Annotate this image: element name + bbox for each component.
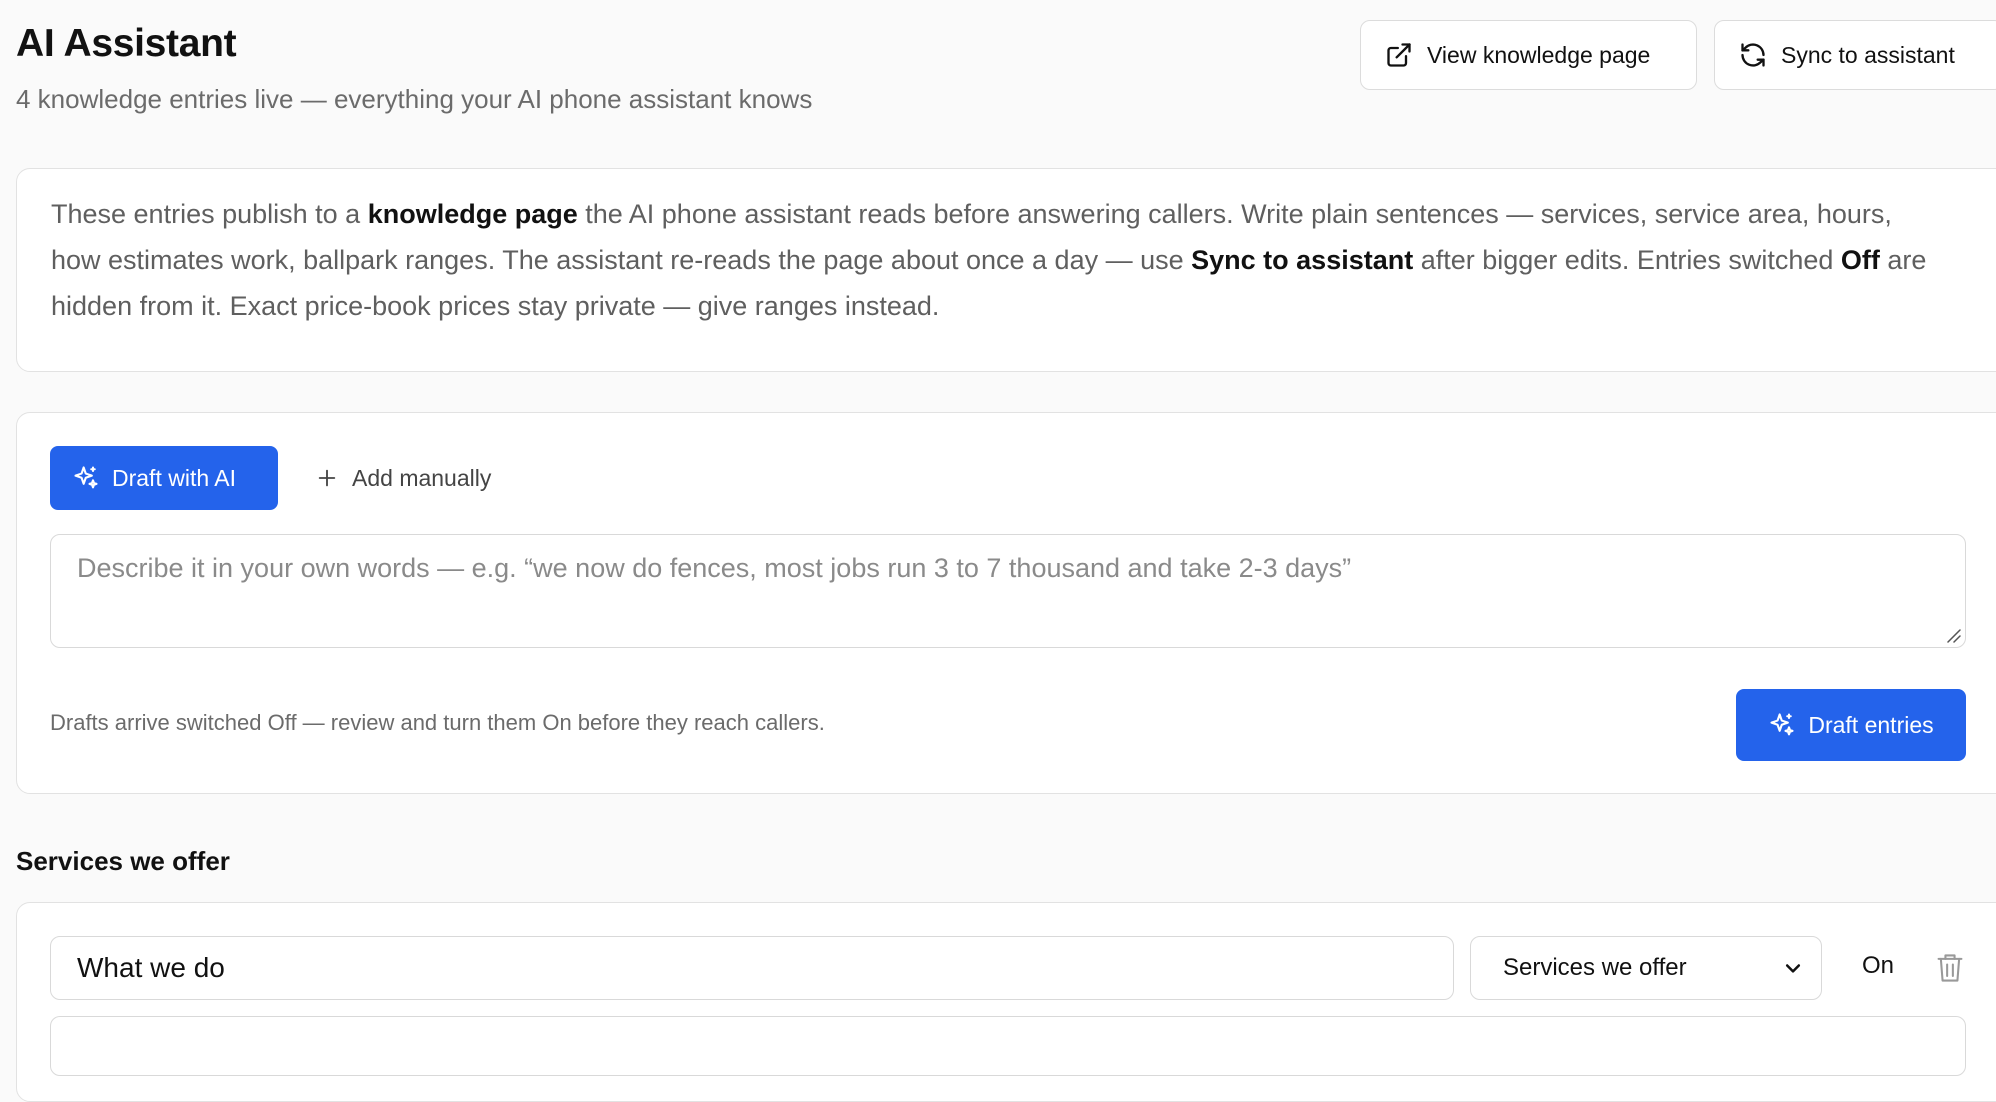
view-knowledge-page-label: View knowledge page	[1427, 41, 1651, 68]
off-emphasis: Off	[1840, 245, 1880, 275]
view-knowledge-page-button[interactable]: View knowledge page	[1360, 20, 1697, 90]
plus-icon	[318, 469, 336, 487]
entry-title-input[interactable]	[50, 936, 1454, 1000]
knowledge-page-emphasis: knowledge page	[367, 199, 578, 229]
sparkles-icon	[74, 466, 98, 489]
sync-to-assistant-button[interactable]: Sync to assistant	[1714, 20, 1996, 90]
info-text-part: These entries publish to a	[51, 199, 368, 229]
info-text: These entries publish to a knowledge pag…	[51, 191, 1941, 329]
info-card: These entries publish to a knowledge pag…	[16, 168, 1996, 372]
trash-icon[interactable]	[1936, 952, 1964, 984]
add-manually-label: Add manually	[352, 464, 492, 491]
category-select-value: Services we offer	[1503, 954, 1687, 981]
draft-entries-button[interactable]: Draft entries	[1736, 689, 1966, 761]
chevron-down-icon	[1785, 964, 1801, 973]
entry-body-input[interactable]	[50, 1016, 1966, 1076]
draft-hint: Drafts arrive switched Off — review and …	[50, 710, 825, 735]
resize-handle-icon[interactable]	[1944, 626, 1962, 644]
page-subtitle: 4 knowledge entries live — everything yo…	[16, 84, 813, 114]
draft-entries-label: Draft entries	[1808, 711, 1934, 738]
describe-input[interactable]	[50, 534, 1966, 648]
sync-emphasis: Sync to assistant	[1191, 245, 1414, 275]
sync-to-assistant-label: Sync to assistant	[1781, 41, 1955, 68]
page-title: AI Assistant	[16, 22, 237, 65]
refresh-icon	[1741, 43, 1765, 67]
category-select[interactable]: Services we offer	[1470, 936, 1822, 1000]
add-manually-tab[interactable]: Add manually	[316, 446, 491, 510]
external-link-icon	[1387, 43, 1411, 67]
draft-with-ai-label: Draft with AI	[112, 464, 236, 491]
entry-toggle[interactable]: On	[1862, 952, 1894, 980]
info-text-part: after bigger edits. Entries switched	[1413, 245, 1841, 275]
draft-with-ai-tab[interactable]: Draft with AI	[50, 446, 278, 510]
section-title: Services we offer	[16, 846, 230, 876]
sparkles-icon	[1770, 713, 1794, 736]
